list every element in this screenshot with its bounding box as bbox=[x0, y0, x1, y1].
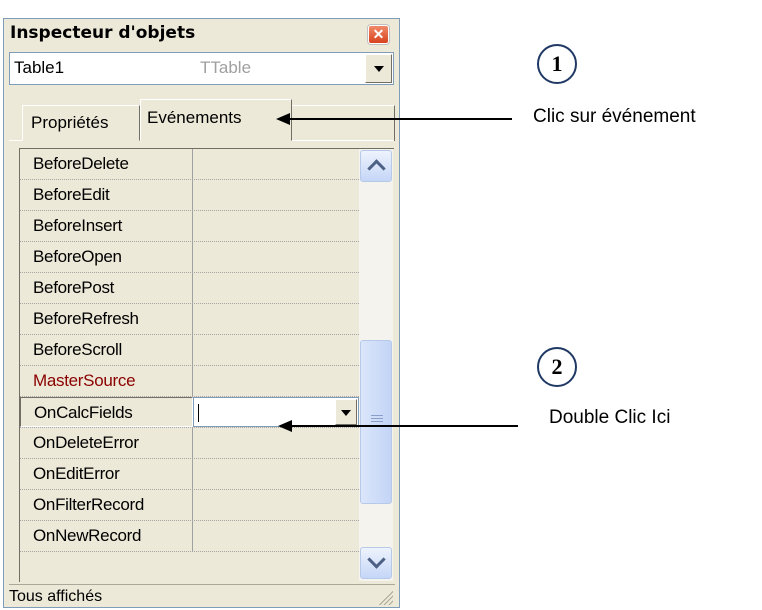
arrow-to-events-tab bbox=[276, 113, 512, 125]
annotation-arrows bbox=[276, 113, 518, 432]
arrow-to-oncalcfields bbox=[278, 420, 518, 432]
